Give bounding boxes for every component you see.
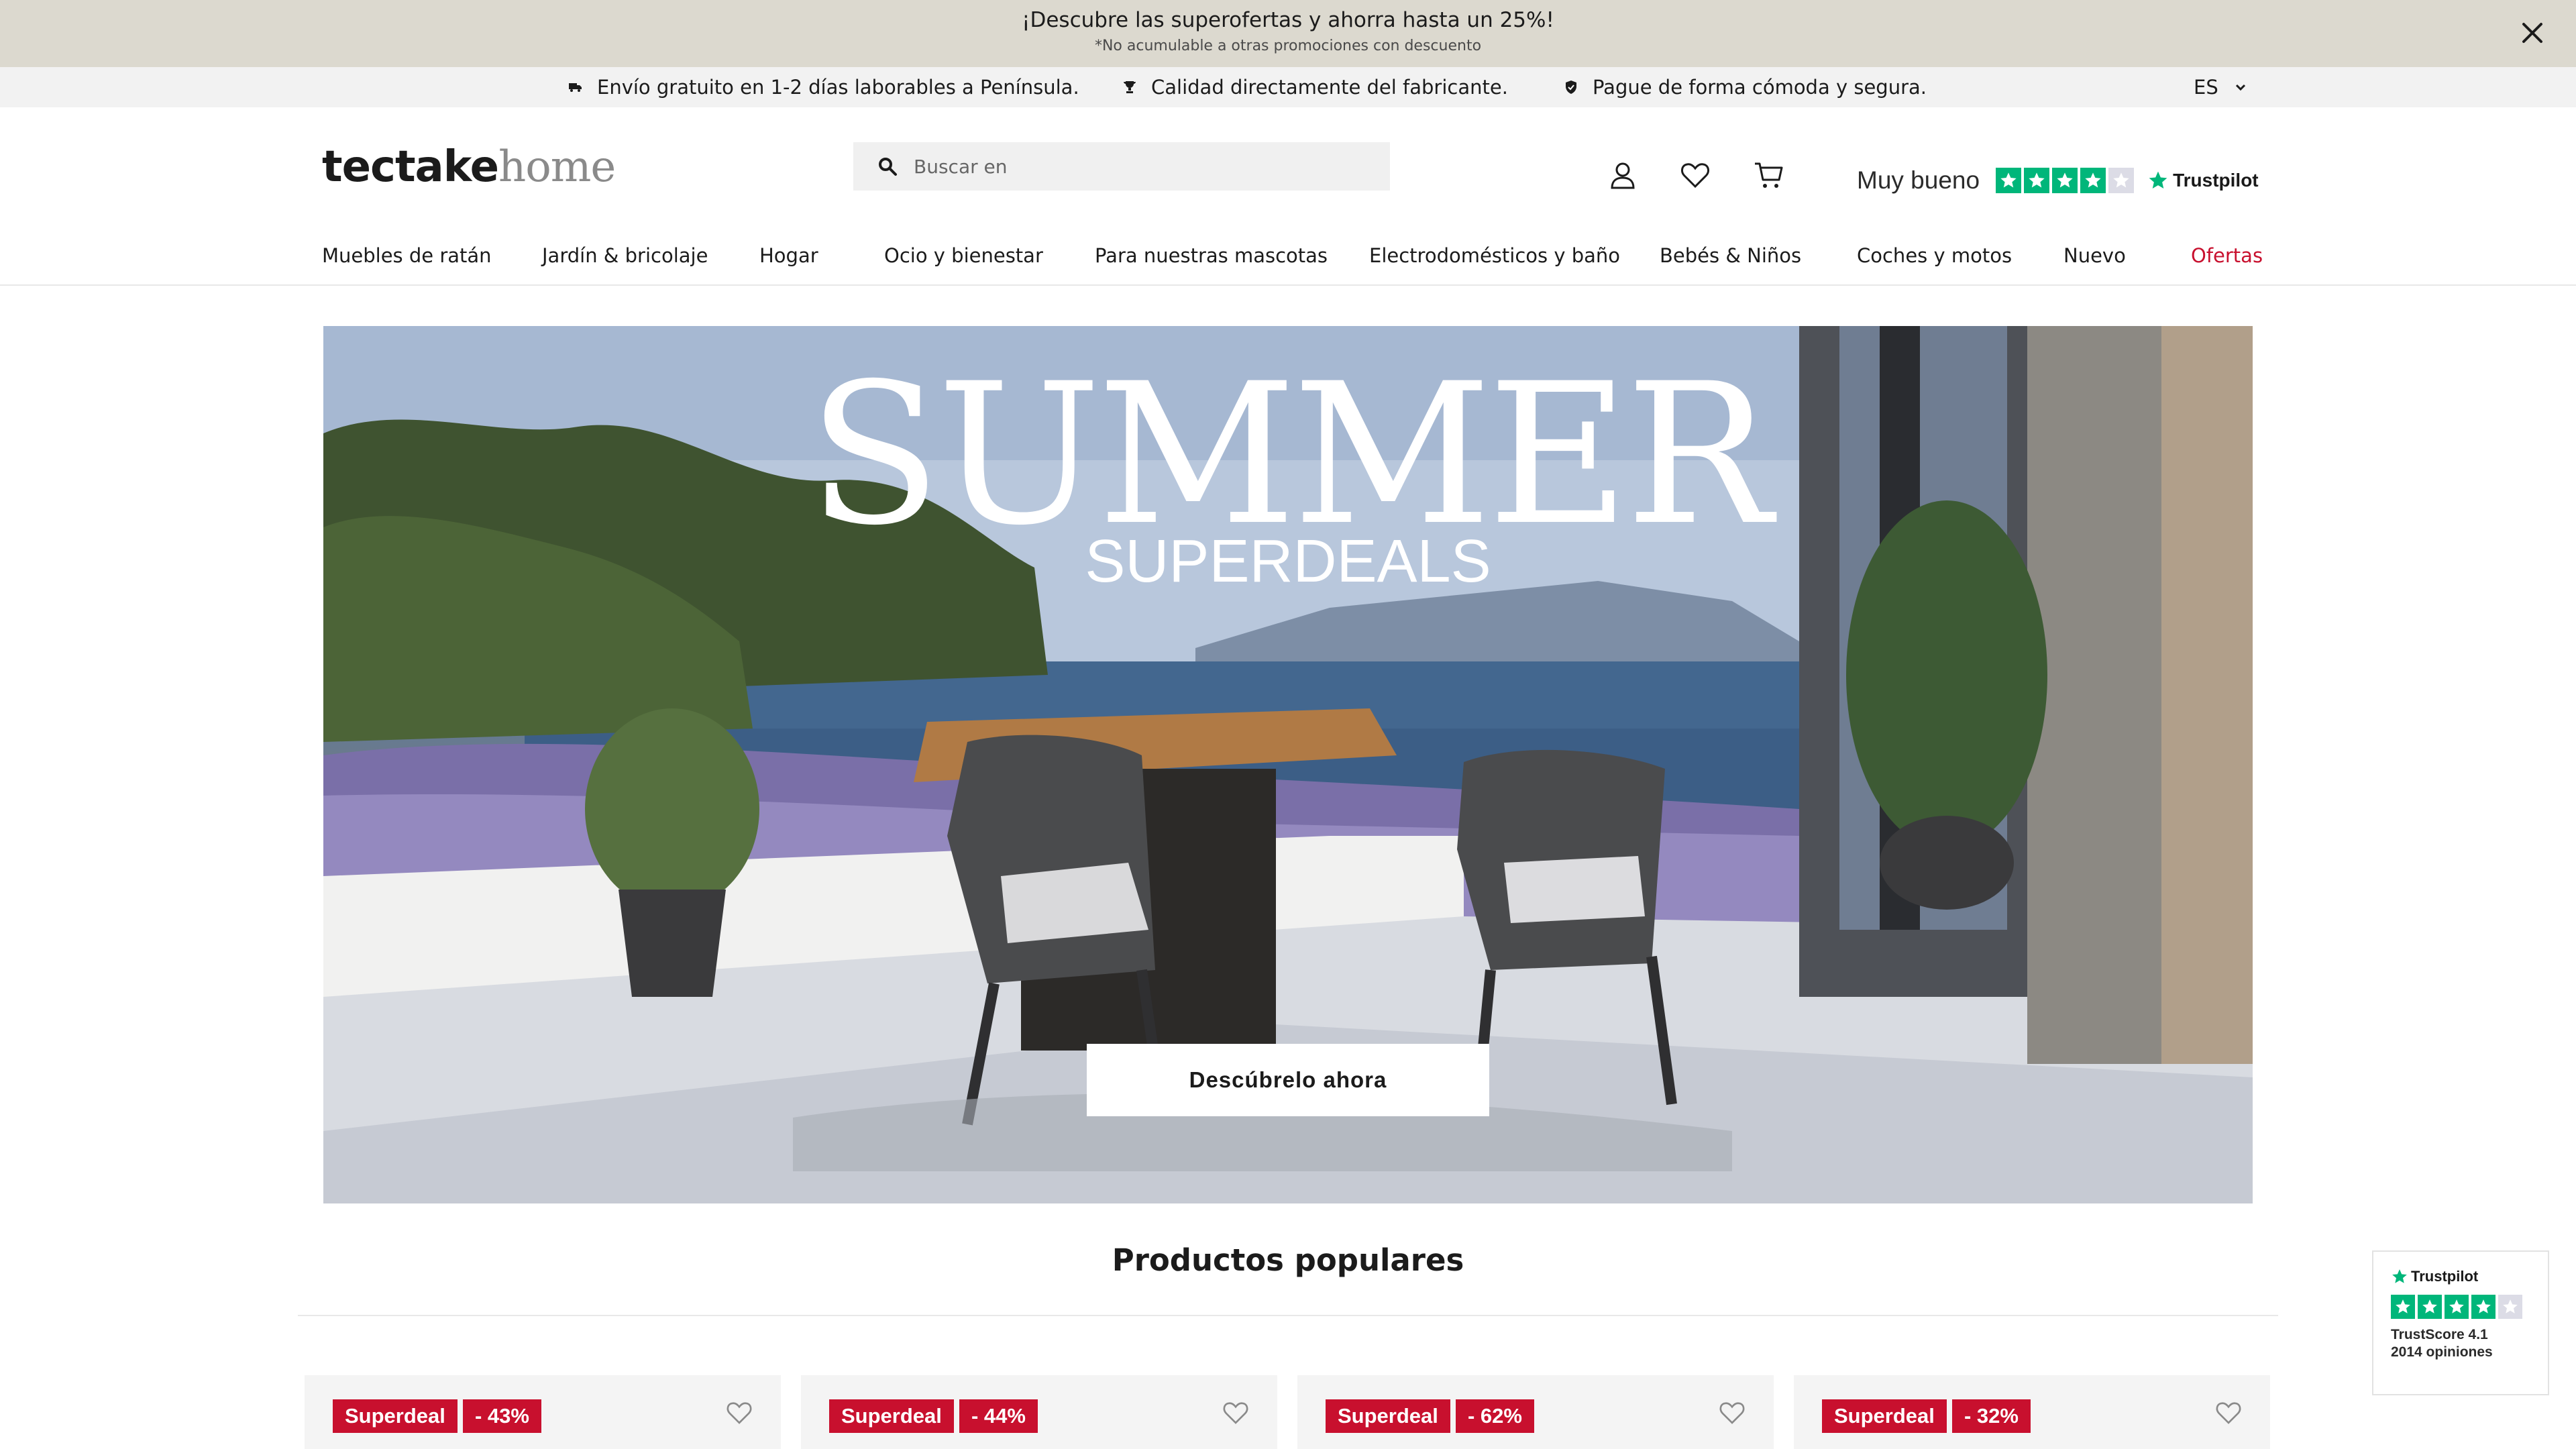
search-icon[interactable] — [877, 156, 898, 176]
star-icon — [2391, 1295, 2415, 1319]
nav-item-new[interactable]: Nuevo — [2063, 244, 2126, 267]
wishlist-heart-icon[interactable] — [1717, 1398, 1747, 1428]
discount-badge: - 32% — [1952, 1399, 2031, 1433]
star-icon — [2024, 168, 2050, 193]
star-icon — [1996, 168, 2022, 193]
usp-item-quality: Calidad directamente del fabricante. — [1122, 74, 1508, 101]
shield-icon — [1566, 80, 1576, 94]
trustpilot-brand: Trustpilot — [2147, 170, 2259, 191]
trustpilot-brand-label: Trustpilot — [2411, 1268, 2479, 1285]
search-bar — [853, 142, 1390, 191]
wishlist-heart-icon[interactable] — [724, 1398, 754, 1428]
hero-subtitle: SUPERDEALS — [1085, 528, 1491, 595]
star-icon — [2445, 1295, 2469, 1319]
trophy-icon — [1124, 81, 1136, 93]
product-card[interactable]: Superdeal - 43% — [305, 1375, 781, 1449]
nav-item-home[interactable]: Hogar — [759, 244, 818, 267]
superdeal-badge: Superdeal — [1822, 1399, 1947, 1433]
wishlist-heart-icon[interactable] — [1221, 1398, 1250, 1428]
star-empty-icon — [2498, 1295, 2522, 1319]
discount-badge: - 62% — [1456, 1399, 1534, 1433]
section-divider — [298, 1315, 2278, 1316]
star-icon — [2471, 1295, 2496, 1319]
superdeal-badge: Superdeal — [1326, 1399, 1450, 1433]
logo-bold: tectake — [322, 142, 499, 192]
star-icon — [2418, 1295, 2442, 1319]
trustpilot-brand: Trustpilot — [2391, 1268, 2530, 1285]
heart-icon[interactable] — [1678, 158, 1712, 192]
usp-item-payment: Pague de forma cómoda y segura. — [1563, 74, 1927, 101]
usp-bar: Envío gratuito en 1-2 días laborables a … — [0, 67, 2576, 107]
nav-item-baby[interactable]: Bebés & Niños — [1660, 244, 1801, 267]
nav-item-sale[interactable]: Ofertas — [2191, 244, 2263, 267]
nav-item-rattan[interactable]: Muebles de ratán — [322, 244, 492, 267]
review-count-text: 2014 opiniones — [2391, 1344, 2493, 1360]
chevron-down-icon — [2235, 84, 2245, 91]
superdeal-badge: Superdeal — [333, 1399, 458, 1433]
star-icon — [2080, 168, 2106, 193]
trustpilot-brand-label: Trustpilot — [2173, 170, 2259, 191]
discover-now-button[interactable]: Descúbrelo ahora — [1087, 1044, 1489, 1116]
trustscore-text: TrustScore 4.1 — [2391, 1327, 2488, 1342]
close-icon[interactable] — [2516, 16, 2549, 50]
trustpilot-stars — [1996, 168, 2137, 193]
star-empty-icon — [2108, 168, 2135, 193]
trustpilot-star-icon — [2149, 171, 2167, 189]
product-card[interactable]: Superdeal - 44% — [801, 1375, 1277, 1449]
usp-text: Calidad directamente del fabricante. — [1151, 76, 1508, 99]
cart-icon[interactable] — [1752, 158, 1786, 192]
nav-item-garden[interactable]: Jardín & bricolaje — [542, 244, 708, 267]
trustpilot-header-rating[interactable]: Muy bueno Trustpilot — [1857, 164, 2259, 197]
popular-products-title: Productos populares — [1112, 1242, 1464, 1278]
product-card[interactable]: Superdeal - 32% — [1794, 1375, 2270, 1449]
product-card[interactable]: Superdeal - 62% — [1297, 1375, 1774, 1449]
nav-item-pets[interactable]: Para nuestras mascotas — [1095, 244, 1328, 267]
hero-title: SUMMER — [808, 342, 1772, 568]
nav-item-appliances[interactable]: Electrodomésticos y baño — [1369, 244, 1620, 267]
usp-text: Pague de forma cómoda y segura. — [1593, 76, 1927, 99]
discount-badge: - 44% — [959, 1399, 1038, 1433]
truck-icon — [569, 83, 582, 92]
promo-banner: ¡Descubre las superofertas y ahorra hast… — [0, 0, 2576, 67]
trustpilot-star-icon — [2392, 1269, 2407, 1283]
promo-disclaimer: *No acumulable a otras promociones con d… — [1094, 38, 1482, 54]
page: ¡Descubre las superofertas y ahorra hast… — [0, 0, 2576, 1449]
logo[interactable]: tectake home — [322, 142, 616, 193]
wishlist-heart-icon[interactable] — [2214, 1398, 2243, 1428]
discount-badge: - 43% — [463, 1399, 541, 1433]
usp-text: Envío gratuito en 1-2 días laborables a … — [597, 76, 1079, 99]
nav-item-cars[interactable]: Coches y motos — [1857, 244, 2012, 267]
language-label: ES — [2194, 76, 2218, 99]
language-selector[interactable]: ES — [2194, 74, 2248, 101]
user-icon[interactable] — [1606, 158, 1640, 192]
trustpilot-rating-text: Muy bueno — [1857, 166, 1980, 194]
search-input[interactable] — [914, 155, 1370, 178]
trustpilot-widget[interactable]: Trustpilot TrustScore 4.1 2014 opiniones — [2372, 1250, 2549, 1395]
logo-light: home — [498, 142, 616, 192]
hero-banner[interactable]: SUMMER SUPERDEALS Descúbrelo ahora — [323, 326, 2253, 1203]
nav-item-leisure[interactable]: Ocio y bienestar — [884, 244, 1043, 267]
promo-title[interactable]: ¡Descubre las superofertas y ahorra hast… — [0, 8, 2576, 32]
superdeal-badge: Superdeal — [829, 1399, 954, 1433]
main-nav: Muebles de ratán Jardín & bricolaje Hoga… — [0, 228, 2576, 286]
star-icon — [2052, 168, 2078, 193]
usp-item-shipping: Envío gratuito en 1-2 días laborables a … — [568, 74, 1079, 101]
trustpilot-stars — [2391, 1295, 2530, 1319]
